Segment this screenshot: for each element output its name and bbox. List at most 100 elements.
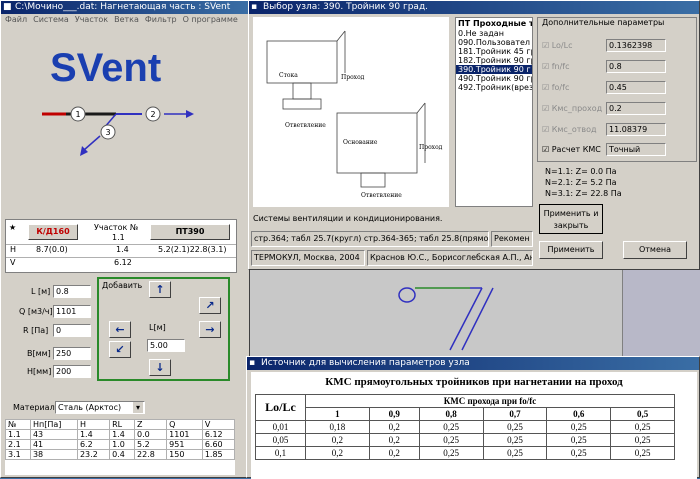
add-right-button[interactable]: → bbox=[199, 321, 221, 338]
list-header: ПТ Проходные т bbox=[458, 19, 532, 28]
menu-system[interactable]: Система bbox=[33, 14, 69, 26]
cell: 0,25 bbox=[482, 446, 548, 460]
kms-pass-value[interactable]: 0.2 bbox=[606, 102, 666, 115]
kms-calc-checkbox[interactable]: ☑ Расчет КМС bbox=[542, 145, 601, 154]
kms-pass-checkbox[interactable]: ☑ Кмс_проход bbox=[542, 104, 602, 113]
menu-branch[interactable]: Ветка bbox=[114, 14, 139, 26]
table-row[interactable]: 1.1 43 1.4 1.4 0.0 1101 6.12 bbox=[5, 429, 236, 440]
node-3-label: 3 bbox=[105, 128, 110, 137]
source-line-3[interactable]: ТЕРМОКУЛ, Москва, 2004 bbox=[251, 250, 365, 266]
node-1-label: 1 bbox=[75, 110, 80, 119]
app-icon: ■ bbox=[3, 2, 12, 12]
node-3[interactable]: 3 bbox=[100, 124, 116, 140]
h-input[interactable]: 200 bbox=[53, 365, 91, 378]
add-down-button[interactable]: ↓ bbox=[149, 359, 171, 376]
material-label: Материал bbox=[13, 403, 55, 412]
fn-fc-checkbox[interactable]: ☑ fn/fc bbox=[542, 62, 570, 71]
material-select[interactable]: Сталь (Арктос) ▾ bbox=[55, 401, 145, 414]
add-up-button[interactable]: ↑ bbox=[149, 281, 171, 298]
sector-label: Участок № bbox=[94, 223, 139, 232]
source-line-2[interactable]: стр.364; табл 25.7(кругл) стр.364-365; т… bbox=[251, 231, 489, 247]
cell: 1.1 bbox=[5, 429, 31, 440]
table-row: 0,05 0,2 0,2 0,25 0,25 0,25 0,25 bbox=[255, 433, 675, 447]
fn-fc-value[interactable]: 0.8 bbox=[606, 60, 666, 73]
source-line-2b[interactable]: Рекомен bbox=[491, 231, 533, 247]
add-upright-button[interactable]: ↗ bbox=[199, 297, 221, 314]
node-type-list[interactable]: ПТ Проходные т 0.Не задан 090.Пользовате… bbox=[455, 17, 533, 207]
cell: 1101 bbox=[166, 429, 203, 440]
cancel-button[interactable]: Отмена bbox=[623, 241, 687, 259]
cell: 0,01 bbox=[255, 420, 306, 434]
lo-lc-value[interactable]: 0.1362398 bbox=[606, 39, 666, 52]
list-item[interactable]: 090.Пользовател bbox=[456, 38, 532, 47]
kms-branch-checkbox[interactable]: ☑ Кмс_отвод bbox=[542, 125, 597, 134]
source-line-3b[interactable]: Краснов Ю.С., Борисоглебская А.П., Ант bbox=[367, 250, 533, 266]
source-window: ▪ Источник для вычисления параметров узл… bbox=[246, 356, 700, 479]
arrow-right-icon: → bbox=[205, 323, 215, 336]
result-line-2: N=2.1: Z= 5.2 Па bbox=[545, 178, 617, 187]
cell: 6.60 bbox=[201, 439, 236, 450]
material-value: Сталь (Арктос) bbox=[58, 403, 122, 412]
source-line-1: Системы вентиляции и кондиционирования. bbox=[253, 214, 443, 223]
dialog-icon: ▪ bbox=[251, 2, 258, 12]
scheme-canvas[interactable]: SVent 1 2 3 bbox=[4, 28, 248, 216]
apply-close-button[interactable]: Применить и закрыть bbox=[539, 204, 603, 234]
diagram-label-inlet: Стока bbox=[279, 72, 298, 79]
kms-branch-value[interactable]: 11.08379 bbox=[606, 123, 666, 136]
add-length-input[interactable]: 5.00 bbox=[147, 339, 185, 352]
col-header: 0,5 bbox=[610, 407, 675, 421]
b-input[interactable]: 250 bbox=[53, 347, 91, 360]
kd-button[interactable]: К/Д160 bbox=[28, 224, 78, 240]
list-item[interactable]: 492.Тройник(врез bbox=[456, 83, 532, 92]
col-header: V bbox=[201, 419, 236, 430]
kms-branch-label: Кмс_отвод bbox=[551, 125, 597, 134]
cell: 0,25 bbox=[482, 433, 548, 447]
cell: 1.85 bbox=[201, 449, 236, 460]
menu-file[interactable]: Файл bbox=[5, 14, 27, 26]
lo-lc-checkbox[interactable]: ☑ Lo/Lc bbox=[542, 41, 572, 50]
table-row[interactable]: 2.1 41 6.2 1.0 5.2 951 6.60 bbox=[5, 439, 236, 450]
chevron-down-icon: ▾ bbox=[133, 402, 143, 413]
lo-lc-label: Lo/Lc bbox=[551, 41, 573, 50]
sector-number: 1.1 bbox=[112, 233, 125, 242]
add-panel-title: Добавить bbox=[102, 281, 143, 290]
list-item-selected[interactable]: 390.Тройник 90 г bbox=[456, 65, 532, 74]
q-label: Q [м3/ч] bbox=[19, 307, 53, 316]
node-2[interactable]: 2 bbox=[145, 106, 161, 122]
menu-section[interactable]: Участок bbox=[75, 14, 108, 26]
list-item[interactable]: 490.Тройник 90 гр bbox=[456, 74, 532, 83]
fo-fc-checkbox[interactable]: ☑ fo/fc bbox=[542, 83, 569, 92]
arrow-down-icon: ↓ bbox=[155, 361, 165, 374]
cell: 0,25 bbox=[610, 446, 675, 460]
section-grid: ★ К/Д160 Участок № 1.1 ПТ390 H 8.7(0.0) … bbox=[5, 219, 237, 273]
row-v-label: V bbox=[10, 258, 16, 267]
menu-filter[interactable]: Фильтр bbox=[145, 14, 177, 26]
cell: 0,25 bbox=[610, 420, 675, 434]
col-header: Z bbox=[134, 419, 168, 430]
r-input[interactable]: 0 bbox=[53, 324, 91, 337]
list-item[interactable]: 181.Тройник 45 гр bbox=[456, 47, 532, 56]
results-table: № Нп[Па] H RL Z Q V 1.1 43 1.4 1.4 0.0 1… bbox=[5, 419, 236, 475]
cell: 23.2 bbox=[76, 449, 111, 460]
menu-about[interactable]: О программе bbox=[183, 14, 238, 26]
cell: 0,25 bbox=[610, 433, 675, 447]
add-left-button[interactable]: ← bbox=[109, 321, 131, 338]
list-item[interactable]: 182.Тройник 90 гр bbox=[456, 56, 532, 65]
add-downleft-button[interactable]: ↙ bbox=[109, 341, 131, 358]
logo: SVent bbox=[50, 46, 162, 90]
drawing-area[interactable] bbox=[250, 270, 700, 360]
cell: 0,25 bbox=[418, 433, 484, 447]
l-input[interactable]: 0.8 bbox=[53, 285, 91, 298]
add-length-label: L[м] bbox=[149, 323, 166, 332]
source-window-icon: ▪ bbox=[249, 358, 256, 368]
node-1[interactable]: 1 bbox=[70, 106, 86, 122]
table-row[interactable]: 3.1 38 23.2 0.4 22.8 150 1.85 bbox=[5, 449, 236, 460]
list-item[interactable]: 0.Не задан bbox=[456, 29, 532, 38]
fo-fc-value[interactable]: 0.45 bbox=[606, 81, 666, 94]
apply-close-label: Применить и закрыть bbox=[543, 209, 599, 230]
kms-calc-value[interactable]: Точный bbox=[606, 143, 666, 156]
pt-button[interactable]: ПТ390 bbox=[150, 224, 230, 240]
apply-button[interactable]: Применить bbox=[539, 241, 603, 259]
main-window: ■ С:\Мочино___.dat: Нагнетающая часть : … bbox=[0, 0, 250, 478]
q-input[interactable]: 1101 bbox=[53, 305, 91, 318]
